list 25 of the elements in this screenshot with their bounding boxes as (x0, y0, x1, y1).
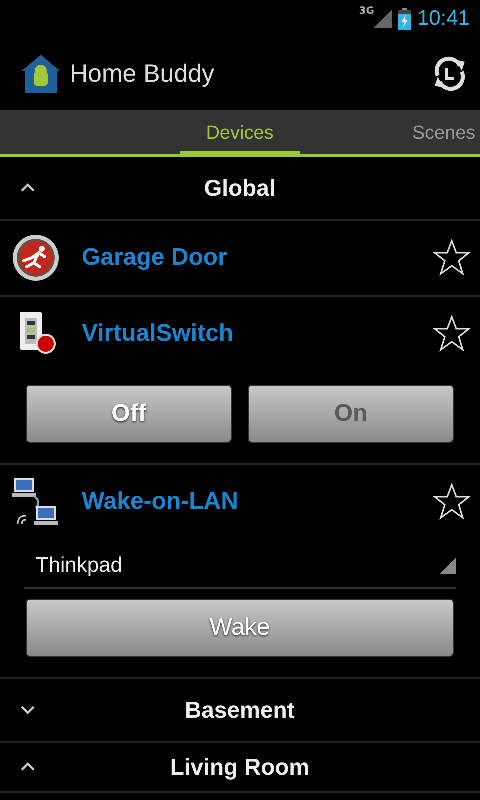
clock: 10:41 (417, 7, 470, 31)
star-icon[interactable] (432, 482, 472, 522)
group-title[interactable]: Living Room (170, 754, 310, 780)
app-title: Home Buddy (70, 60, 216, 88)
network-type: 3G (359, 6, 374, 17)
battery-icon (398, 8, 412, 30)
house-logo-icon (20, 53, 62, 95)
networked-computers-icon (12, 476, 60, 528)
device-name[interactable]: Garage Door (82, 244, 410, 272)
signal-icon (374, 10, 392, 28)
running-figure-icon (12, 234, 60, 282)
group-title[interactable]: Global (204, 174, 276, 202)
collapse-caret-icon[interactable] (20, 762, 36, 772)
star-icon[interactable] (432, 314, 472, 354)
tab[interactable]: Devices (180, 110, 300, 157)
expand-caret-icon[interactable] (20, 705, 36, 715)
device-name[interactable]: VirtualSwitch (82, 320, 410, 348)
computer-dropdown[interactable]: Thinkpad (24, 545, 456, 589)
group-title[interactable]: Basement (185, 696, 295, 724)
tab[interactable]: Scenes (408, 110, 480, 157)
refresh-icon[interactable] (432, 56, 468, 92)
collapse-caret-icon[interactable] (20, 183, 36, 193)
star-icon[interactable] (432, 238, 472, 278)
dropdown-corner-icon (440, 558, 456, 574)
device-name[interactable]: Wake-on-LAN (82, 488, 410, 516)
